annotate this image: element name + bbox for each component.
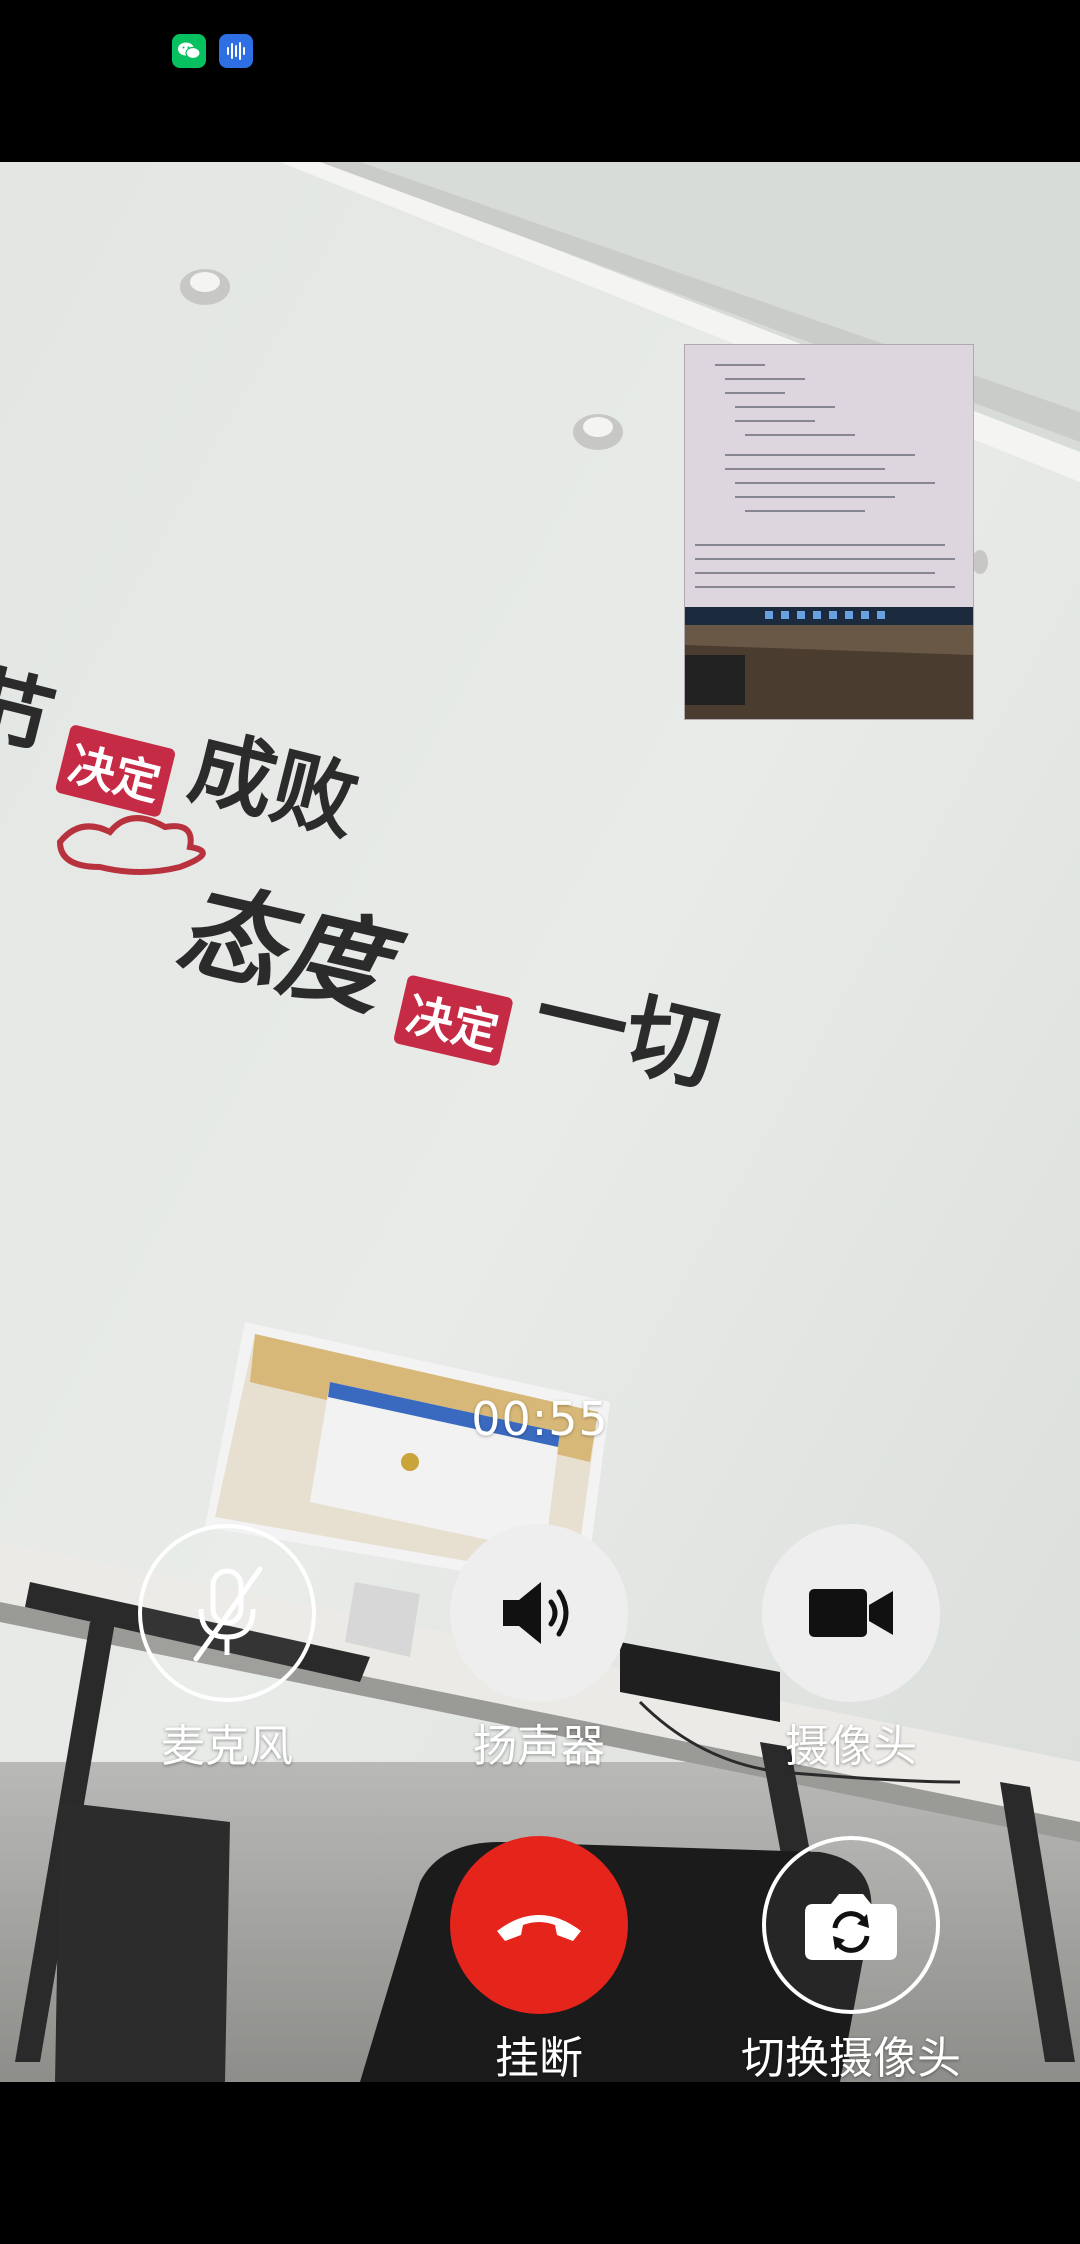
switch-camera-button-circle[interactable] [762,1836,940,2014]
speaker-button-circle[interactable] [450,1524,628,1702]
call-duration: 00:55 [471,1392,609,1446]
camera-button-circle[interactable] [762,1524,940,1702]
video-camera-icon [809,1589,893,1637]
hangup-label: 挂断 [495,2033,583,2084]
speaker-button[interactable]: 扬声器 [419,1524,659,1774]
camera-button[interactable]: 摄像头 [731,1524,971,1774]
slogan-line-1: 节 决定 成败 [0,632,374,863]
slogan-line2-start: 态度 [167,864,398,1032]
self-video-preview[interactable] [684,344,974,720]
voice-recorder-icon [219,34,253,68]
self-preview-scene [685,345,973,719]
microphone-button[interactable]: 麦克风 [107,1524,347,1774]
slogan-line2-stamp: 决定 [393,973,515,1067]
microphone-label: 麦克风 [161,1721,293,1772]
switch-camera-button[interactable]: 切换摄像头 [731,1836,971,2086]
camera-label: 摄像头 [785,1721,917,1772]
microphone-button-circle[interactable] [138,1524,316,1702]
speaker-label: 扬声器 [473,1721,605,1772]
slogan-line-2: 态度 决定 一切 [166,842,736,1113]
switch-camera-label: 切换摄像头 [741,2033,961,2084]
switch-camera-icon [805,1894,897,1960]
slogan-line1-stamp: 决定 [54,723,177,818]
slogan-line2-end: 一切 [524,959,729,1106]
microphone-muted-icon [193,1566,263,1662]
status-bar [0,0,1080,162]
hang-up-icon [497,1915,581,1941]
video-call-screen: 节 决定 成败 态度 决定 一切 00:55 麦克风 扬声器 摄像头 挂断 切换… [0,0,1080,2244]
wechat-icon [172,34,206,68]
hangup-button-circle[interactable] [450,1836,628,2014]
bottom-navigation-bar [0,2082,1080,2244]
slogan-line1-prefix: 节 [0,651,65,779]
hangup-button[interactable]: 挂断 [419,1836,659,2086]
speaker-icon [503,1582,569,1644]
slogan-line1-end: 成败 [180,716,368,853]
